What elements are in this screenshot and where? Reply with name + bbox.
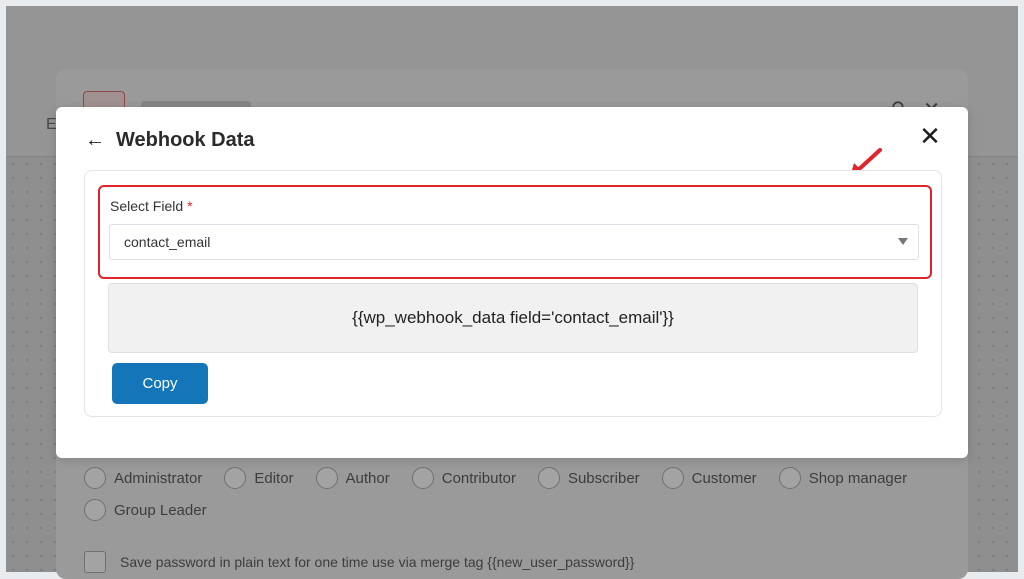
copy-button[interactable]: Copy: [112, 363, 208, 404]
required-marker: *: [187, 198, 193, 214]
radio-icon: [537, 467, 560, 489]
modal-title: Webhook Data: [116, 129, 255, 151]
role-option[interactable]: Editor: [224, 467, 294, 489]
merge-tag-text: {{wp_webhook_data field='contact_email'}…: [352, 308, 674, 327]
radio-icon: [315, 467, 338, 489]
select-field-value: contact_email: [124, 234, 211, 250]
save-password-option[interactable]: Save password in plain text for one time…: [84, 551, 634, 573]
field-card: Select Field * contact_email {{wp_webhook…: [84, 170, 942, 417]
role-label: Group Leader: [114, 501, 207, 519]
select-field-label: Select Field *: [110, 198, 193, 214]
role-label: Editor: [254, 469, 294, 487]
radio-icon: [224, 467, 247, 489]
close-icon[interactable]: ✕: [918, 123, 942, 149]
select-field-dropdown[interactable]: contact_email: [109, 224, 919, 260]
role-option[interactable]: Customer: [661, 467, 757, 489]
role-label: Customer: [691, 469, 757, 487]
role-option[interactable]: Group Leader: [84, 499, 207, 521]
role-option[interactable]: Administrator: [84, 467, 202, 489]
role-label: Subscriber: [567, 469, 640, 487]
save-password-label: Save password in plain text for one time…: [120, 554, 635, 570]
select-field-highlight: Select Field * contact_email: [98, 185, 932, 279]
role-label: Administrator: [114, 469, 203, 487]
radio-icon: [411, 467, 434, 489]
role-label: Shop manager: [808, 469, 908, 487]
user-role-options: Administrator Editor Author Contributor …: [84, 467, 944, 521]
select-field-label-text: Select Field: [110, 198, 184, 214]
radio-icon: [778, 467, 801, 489]
webhook-data-modal: ← Webhook Data ✕ Select Field * contact_e…: [56, 107, 968, 458]
checkbox-icon: [84, 551, 106, 573]
merge-tag-box: {{wp_webhook_data field='contact_email'}…: [108, 283, 918, 353]
radio-icon: [84, 499, 106, 521]
modal-header: ← Webhook Data: [84, 129, 255, 152]
radio-icon: [661, 467, 684, 489]
role-option[interactable]: Author: [315, 467, 390, 489]
role-option[interactable]: Contributor: [411, 467, 516, 489]
role-label: Author: [345, 469, 390, 487]
radio-icon: [84, 467, 106, 489]
role-option[interactable]: Subscriber: [537, 467, 640, 489]
arrow-left-icon[interactable]: ←: [84, 129, 106, 152]
chevron-down-icon: [898, 238, 908, 245]
role-option[interactable]: Shop manager: [778, 467, 908, 489]
role-label: Contributor: [441, 469, 516, 487]
